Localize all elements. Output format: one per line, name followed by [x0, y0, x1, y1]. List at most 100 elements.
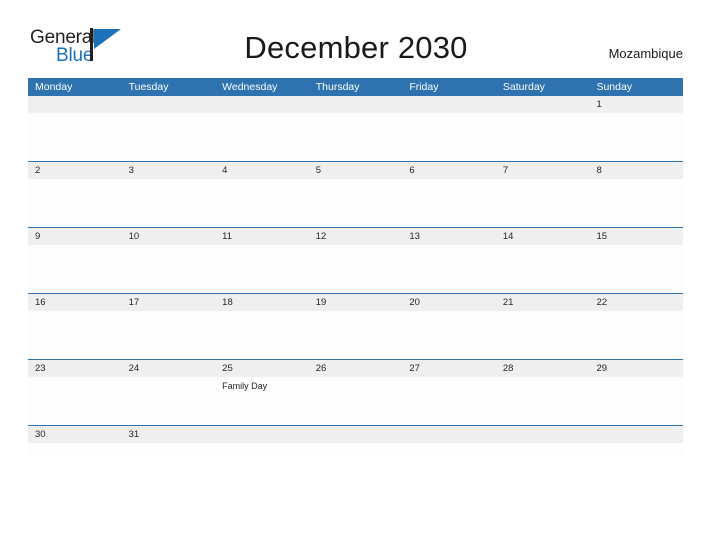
day-number-band: 13: [402, 228, 496, 245]
day-number: 10: [128, 231, 140, 242]
page-title: December 2030: [244, 30, 468, 65]
calendar-day-cell-empty: [28, 96, 122, 161]
calendar-day-cell[interactable]: 29: [589, 360, 684, 425]
day-number: 24: [128, 363, 140, 374]
calendar-day-cell[interactable]: 7: [495, 162, 590, 227]
calendar-day-cell[interactable]: 19: [308, 294, 403, 359]
calendar-day-cell[interactable]: 22: [589, 294, 684, 359]
calendar-day-cell[interactable]: 24: [121, 360, 216, 425]
weekday-header-wednesday: Wednesday: [222, 81, 278, 93]
calendar-day-cell[interactable]: 8: [589, 162, 684, 227]
day-number: 31: [128, 429, 140, 440]
day-number: 12: [315, 231, 327, 242]
day-number-band: 15: [589, 228, 684, 245]
day-number: 3: [128, 165, 134, 176]
calendar-day-cell-empty: [495, 426, 590, 456]
calendar-day-cell[interactable]: 27: [402, 360, 496, 425]
day-number: 14: [502, 231, 514, 242]
country-label: Mozambique: [608, 46, 683, 61]
day-number-band: 12: [308, 228, 403, 245]
calendar-day-cell[interactable]: 1: [589, 96, 684, 161]
calendar-day-cell[interactable]: 14: [495, 228, 590, 293]
weekday-header-tuesday: Tuesday: [128, 81, 169, 93]
day-number-band: 24: [121, 360, 216, 377]
day-number-band: 29: [589, 360, 684, 377]
day-number-band: [28, 96, 122, 113]
day-number-band: 2: [28, 162, 122, 179]
calendar-day-cell[interactable]: 11: [215, 228, 309, 293]
day-number: 6: [409, 165, 415, 176]
day-number: 18: [222, 297, 233, 308]
day-number-band: 4: [215, 162, 309, 179]
day-number-band: 27: [402, 360, 496, 377]
calendar-day-cell[interactable]: 21: [495, 294, 590, 359]
calendar-day-cell-empty: [495, 96, 590, 161]
calendar-day-cell[interactable]: 23: [28, 360, 122, 425]
calendar-day-cell[interactable]: 25 Family Day: [215, 360, 309, 425]
day-number-band: 23: [28, 360, 122, 377]
calendar-day-cell[interactable]: 10: [121, 228, 216, 293]
day-number-band: [308, 426, 403, 443]
day-number-band: 7: [495, 162, 590, 179]
calendar-day-cell-empty: [121, 96, 216, 161]
day-number: 16: [35, 297, 46, 308]
day-number: 15: [596, 231, 608, 242]
calendar-day-cell[interactable]: 31: [121, 426, 216, 456]
calendar-day-cell[interactable]: 2: [28, 162, 122, 227]
day-number: 2: [35, 165, 41, 176]
day-number: 9: [35, 231, 41, 242]
day-number-band: [495, 96, 590, 113]
calendar-day-cell[interactable]: 13: [402, 228, 496, 293]
day-number: 30: [35, 429, 46, 440]
calendar-day-cell[interactable]: 18: [215, 294, 309, 359]
calendar-day-cell[interactable]: 9: [28, 228, 122, 293]
calendar-day-cell[interactable]: 17: [121, 294, 216, 359]
day-number: 11: [222, 231, 233, 242]
day-number-band: 16: [28, 294, 122, 311]
day-number-band: 6: [402, 162, 496, 179]
calendar-day-cell-empty: [402, 426, 496, 456]
calendar-day-cell[interactable]: 3: [121, 162, 216, 227]
weekday-header-sunday: Sunday: [596, 81, 633, 93]
page-header: General Blue December 2030 Mozambique: [0, 0, 712, 78]
calendar-day-cell[interactable]: 12: [308, 228, 403, 293]
day-number-band: 25: [215, 360, 309, 377]
calendar-week-row: 16 17 18 19 20 21 22: [28, 294, 684, 360]
day-number-band: [495, 426, 590, 443]
calendar-week-body: 1 2 3 4 5 6 7 8 9 10 11 12 13 14 15 16 17 18 19 20 21 22 23 24 2…: [28, 96, 684, 456]
day-number-band: 20: [402, 294, 496, 311]
day-number: 13: [409, 231, 420, 242]
weekday-header-thursday: Thursday: [315, 81, 360, 93]
day-number-band: [308, 96, 403, 113]
day-number-band: 17: [121, 294, 216, 311]
calendar-day-cell[interactable]: 26: [308, 360, 403, 425]
day-events: Family Day: [215, 377, 309, 392]
weekday-header-monday: Monday: [35, 81, 73, 93]
calendar-day-cell[interactable]: 30: [28, 426, 122, 456]
day-number: 27: [409, 363, 420, 374]
weekday-header-friday: Friday: [409, 81, 439, 93]
day-number-band: 26: [308, 360, 403, 377]
day-number: 4: [222, 165, 228, 176]
calendar-day-cell[interactable]: 5: [308, 162, 403, 227]
day-number: 28: [502, 363, 514, 374]
calendar-day-cell[interactable]: 16: [28, 294, 122, 359]
day-number: 1: [596, 99, 602, 110]
day-number-band: [215, 96, 309, 113]
calendar-week-row: 2 3 4 5 6 7 8: [28, 162, 684, 228]
day-number-band: 3: [121, 162, 216, 179]
day-number: 17: [128, 297, 140, 308]
calendar-day-cell[interactable]: 28: [495, 360, 590, 425]
calendar-day-cell[interactable]: 4: [215, 162, 309, 227]
calendar-day-cell[interactable]: 15: [589, 228, 684, 293]
holiday-event-label: Family Day: [222, 381, 268, 391]
calendar-day-cell[interactable]: 6: [402, 162, 496, 227]
calendar-day-cell-empty: [308, 426, 403, 456]
calendar-day-cell[interactable]: 20: [402, 294, 496, 359]
day-number-band: 21: [495, 294, 590, 311]
day-number: 26: [315, 363, 327, 374]
day-number-band: 31: [121, 426, 216, 443]
day-number-band: 14: [495, 228, 590, 245]
calendar-week-row: 30 31: [28, 426, 684, 456]
day-number-band: 11: [215, 228, 309, 245]
